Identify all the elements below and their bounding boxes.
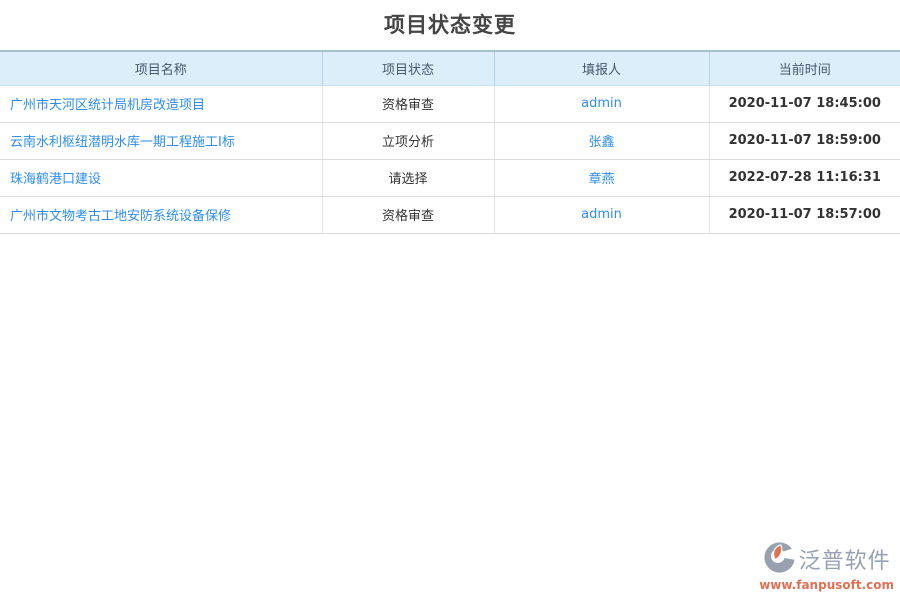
project-status-cell: 资格审查 <box>322 196 494 233</box>
project-name-cell: 云南水利枢纽潜明水库一期工程施工I标 <box>0 122 322 159</box>
project-name-cell: 珠海鹤港口建设 <box>0 159 322 196</box>
column-header-current-time: 当前时间 <box>709 51 900 85</box>
reporter-link[interactable]: 张鑫 <box>588 135 614 150</box>
table-row: 广州市天河区统计局机房改造项目 资格审查 admin 2020-11-07 18… <box>0 85 900 122</box>
project-status-cell: 立项分析 <box>322 122 494 159</box>
project-name-link[interactable]: 珠海鹤港口建设 <box>10 172 101 187</box>
reporter-link[interactable]: 章燕 <box>588 172 614 187</box>
project-status-change-table: 项目名称 项目状态 填报人 当前时间 广州市天河区统计局机房改造项目 资格审查 … <box>0 50 900 234</box>
table-row: 广州市文物考古工地安防系统设备保修 资格审查 admin 2020-11-07 … <box>0 196 900 233</box>
current-time-cell: 2020-11-07 18:57:00 <box>709 196 900 233</box>
project-name-link[interactable]: 广州市天河区统计局机房改造项目 <box>10 98 205 113</box>
table-header-row: 项目名称 项目状态 填报人 当前时间 <box>0 51 900 85</box>
project-name-link[interactable]: 云南水利枢纽潜明水库一期工程施工I标 <box>10 135 235 150</box>
current-time-cell: 2020-11-07 18:59:00 <box>709 122 900 159</box>
table-row: 珠海鹤港口建设 请选择 章燕 2022-07-28 11:16:31 <box>0 159 900 196</box>
vendor-url: www.fanpusoft.com <box>759 578 894 592</box>
reporter-cell: 张鑫 <box>494 122 709 159</box>
fanpu-swirl-icon <box>763 540 796 577</box>
current-time-cell: 2020-11-07 18:45:00 <box>709 85 900 122</box>
project-status-cell: 资格审查 <box>322 85 494 122</box>
reporter-link[interactable]: admin <box>581 207 622 222</box>
project-status-cell: 请选择 <box>322 159 494 196</box>
vendor-name: 泛普软件 <box>799 543 891 575</box>
current-time-cell: 2022-07-28 11:16:31 <box>709 159 900 196</box>
reporter-cell: 章燕 <box>494 159 709 196</box>
project-name-cell: 广州市文物考古工地安防系统设备保修 <box>0 196 322 233</box>
reporter-link[interactable]: admin <box>581 96 622 111</box>
column-header-project-status: 项目状态 <box>322 51 494 85</box>
reporter-cell: admin <box>494 85 709 122</box>
page-title: 项目状态变更 <box>0 0 900 50</box>
column-header-project-name: 项目名称 <box>0 51 322 85</box>
reporter-cell: admin <box>494 196 709 233</box>
column-header-reporter: 填报人 <box>494 51 709 85</box>
page: 项目状态变更 项目名称 项目状态 填报人 当前时间 广州市天河区统计局机房改造项… <box>0 0 900 600</box>
project-name-cell: 广州市天河区统计局机房改造项目 <box>0 85 322 122</box>
vendor-watermark[interactable]: 泛普软件 www.fanpusoft.com <box>759 540 894 592</box>
project-name-link[interactable]: 广州市文物考古工地安防系统设备保修 <box>10 209 231 224</box>
table-row: 云南水利枢纽潜明水库一期工程施工I标 立项分析 张鑫 2020-11-07 18… <box>0 122 900 159</box>
